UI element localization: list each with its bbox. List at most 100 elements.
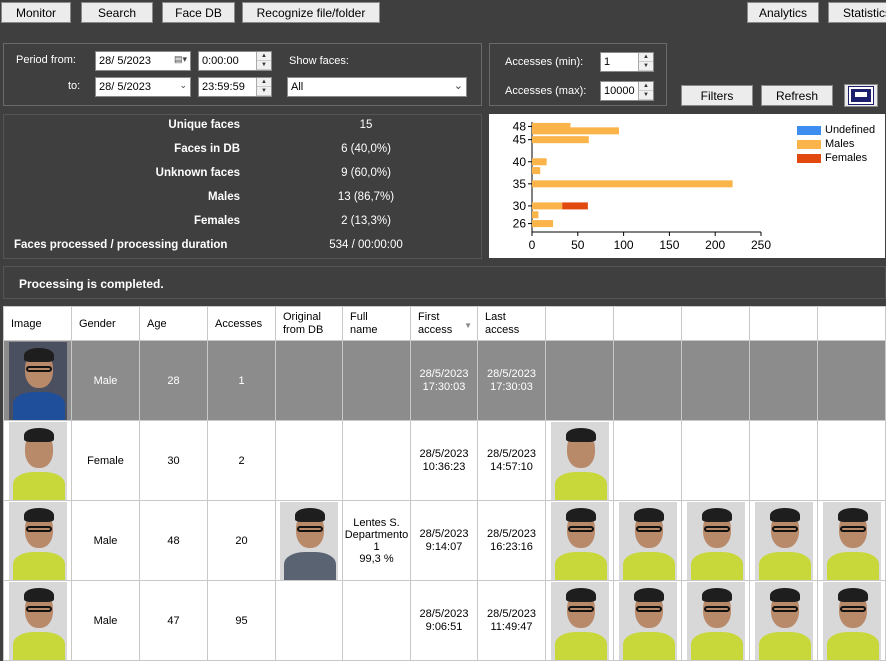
accesses-max-spinner[interactable]: ▲ ▼ — [638, 82, 653, 100]
table-row[interactable]: Male 28 1 28/5/2023 17:30:03 28/5/2023 17:30… — [3, 340, 886, 421]
table-row[interactable]: Female 30 2 28/5/2023 10:36:23 28/5/2023 14:… — [3, 420, 886, 501]
filters-button[interactable]: Filters — [681, 85, 753, 106]
sort-arrow-icon: ▼ — [464, 321, 472, 330]
cell-accesses: 2 — [207, 420, 276, 501]
cell-thumbnail[interactable] — [613, 580, 682, 661]
cell-original-from-db[interactable] — [275, 580, 343, 661]
legend-item-females: Females — [797, 151, 875, 165]
table-row[interactable]: Male 47 95 28/5/2023 9:06:51 28/5/2023 11:49… — [3, 580, 886, 661]
face-photo — [8, 581, 67, 660]
face-photo — [822, 581, 881, 660]
cell-thumbnail — [613, 420, 682, 501]
from-time-spinner[interactable]: ▲ ▼ — [256, 52, 271, 70]
show-faces-value: All — [291, 81, 304, 93]
refresh-button[interactable]: Refresh — [761, 85, 833, 106]
cell-image[interactable] — [3, 420, 72, 501]
header-original-from-db[interactable]: Original from DB — [275, 306, 343, 341]
search-button[interactable]: Search — [81, 2, 153, 23]
chevron-down-icon[interactable]: ⌄ — [179, 80, 187, 91]
stat-label: Faces processed / processing duration — [14, 239, 228, 251]
cell-image[interactable] — [3, 580, 72, 661]
accesses-max-input[interactable]: 10000 ▲ ▼ — [600, 81, 654, 101]
accesses-max-value: 10000 — [604, 85, 635, 97]
cell-original-from-db[interactable] — [275, 500, 343, 581]
cell-full-name — [342, 340, 411, 421]
header-thumb — [681, 306, 750, 341]
cell-thumbnail[interactable] — [545, 420, 614, 501]
to-time-input[interactable]: 23:59:59 ▲ ▼ — [198, 77, 272, 97]
from-date-value: 28/ 5/2023 — [99, 55, 151, 67]
age-gender-chart: 26 30 35 40 45 48 0 50 100 150 200 250 Undefined Ma… — [489, 114, 885, 258]
cell-original-from-db[interactable] — [275, 420, 343, 501]
cell-age: 47 — [139, 580, 208, 661]
stat-faces-in-db: Faces in DB 6 (40,0%) — [4, 139, 486, 163]
face-photo — [686, 581, 745, 660]
to-time-spinner[interactable]: ▲ ▼ — [256, 78, 271, 96]
stats-panel: Unique faces 15 Faces in DB 6 (40,0%) Un… — [3, 114, 482, 259]
analytics-button[interactable]: Analytics — [747, 2, 819, 23]
cell-thumbnail[interactable] — [545, 580, 614, 661]
header-thumb — [749, 306, 818, 341]
stat-value: 15 — [359, 119, 373, 131]
legend-swatch — [797, 139, 821, 149]
cell-accesses: 1 — [207, 340, 276, 421]
stat-value: 2 (13,3%) — [341, 215, 391, 227]
face-photo — [754, 581, 813, 660]
cell-thumbnail[interactable] — [545, 500, 614, 581]
header-gender[interactable]: Gender — [71, 306, 140, 341]
y-tick-label: 35 — [513, 177, 527, 191]
bar-males — [532, 122, 571, 130]
monitor-button[interactable]: Monitor — [1, 2, 71, 23]
cell-thumbnail[interactable] — [681, 580, 750, 661]
recognize-button[interactable]: Recognize file/folder — [242, 2, 380, 23]
face-photo — [8, 421, 67, 500]
accesses-panel: Accesses (min): Accesses (max): 1 ▲ ▼ 100… — [489, 43, 667, 106]
from-date-picker[interactable]: 28/ 5/2023 ▤▾ — [95, 51, 191, 71]
y-tick-label: 45 — [513, 133, 527, 147]
print-button[interactable] — [844, 84, 878, 107]
cell-accesses: 95 — [207, 580, 276, 661]
y-tick-label: 40 — [513, 155, 527, 169]
header-age[interactable]: Age — [139, 306, 208, 341]
cell-thumbnail — [681, 340, 750, 421]
calendar-icon[interactable]: ▤▾ — [174, 54, 187, 65]
legend-swatch — [797, 153, 821, 163]
cell-thumbnail — [749, 420, 818, 501]
header-full-name[interactable]: Full name — [342, 306, 411, 341]
cell-thumbnail[interactable] — [817, 500, 886, 581]
accesses-min-spinner[interactable]: ▲ ▼ — [638, 53, 653, 71]
cell-thumbnail[interactable] — [817, 580, 886, 661]
cell-thumbnail[interactable] — [681, 500, 750, 581]
cell-thumbnail[interactable] — [749, 500, 818, 581]
face-photo — [8, 341, 67, 420]
accesses-min-input[interactable]: 1 ▲ ▼ — [600, 52, 654, 72]
chart-legend: Undefined Males Females — [797, 123, 875, 165]
cell-full-name — [342, 420, 411, 501]
to-date-picker[interactable]: 28/ 5/2023 ⌄ — [95, 77, 191, 97]
statistics-button[interactable]: Statistics — [828, 2, 886, 23]
face-db-button[interactable]: Face DB — [162, 2, 235, 23]
table-row[interactable]: Male 48 20 Lentes S. Departmento 1 99,3 % 28… — [3, 500, 886, 581]
header-first-access[interactable]: First access ▼ — [410, 306, 478, 341]
cell-thumbnail[interactable] — [613, 500, 682, 581]
from-time-input[interactable]: 0:00:00 ▲ ▼ — [198, 51, 272, 71]
cell-original-from-db[interactable] — [275, 340, 343, 421]
header-accesses[interactable]: Accesses — [207, 306, 276, 341]
cell-image[interactable] — [3, 340, 72, 421]
cell-full-name — [342, 580, 411, 661]
chevron-down-icon[interactable]: ⌄ — [454, 79, 463, 92]
cell-gender: Male — [71, 500, 140, 581]
cell-thumbnail — [545, 340, 614, 421]
cell-thumbnail[interactable] — [749, 580, 818, 661]
header-last-access[interactable]: Last access — [477, 306, 546, 341]
bar-males — [532, 211, 539, 219]
bar-females — [562, 202, 588, 210]
show-faces-select[interactable]: All ⌄ — [287, 77, 467, 97]
cell-image[interactable] — [3, 500, 72, 581]
cell-gender: Male — [71, 340, 140, 421]
header-image[interactable]: Image — [3, 306, 72, 341]
cell-last-access: 28/5/2023 17:30:03 — [477, 340, 546, 421]
stat-unique-faces: Unique faces 15 — [4, 115, 486, 139]
faces-table[interactable]: Image Gender Age Accesses Original from … — [3, 306, 886, 661]
face-photo — [618, 581, 677, 660]
